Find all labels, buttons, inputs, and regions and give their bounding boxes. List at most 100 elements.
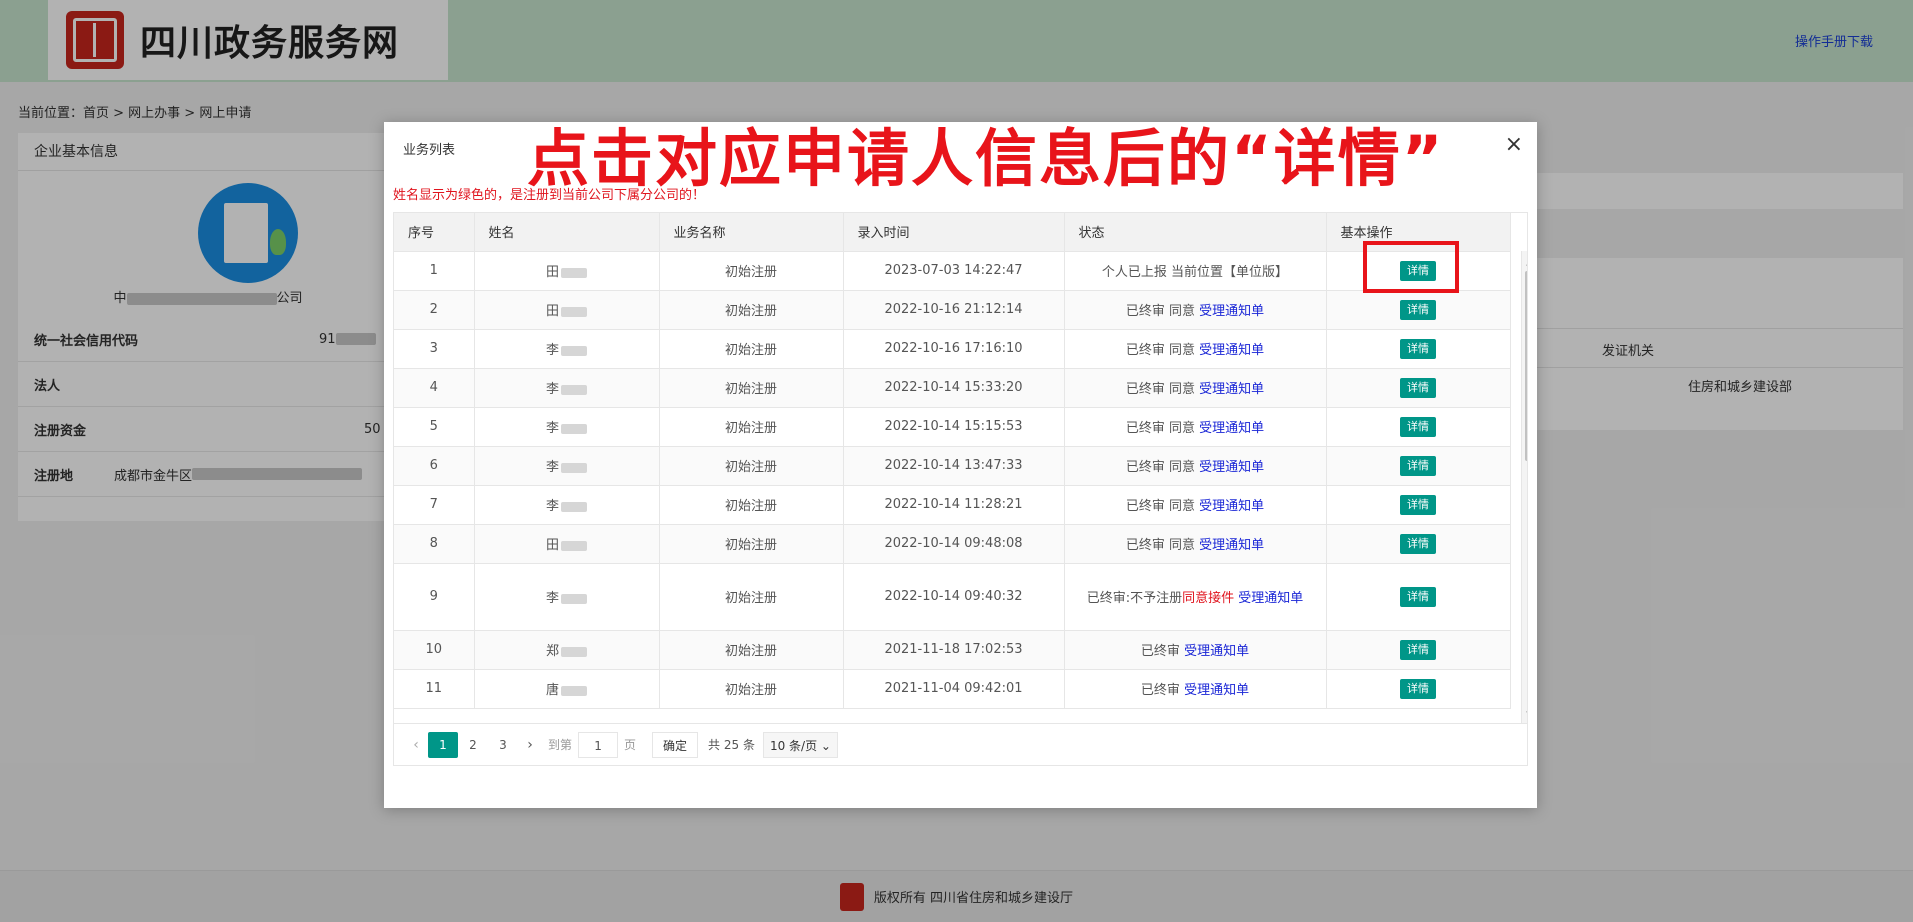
table-row: 5 李初始注册 2022-10-14 15:15:53 已终审 同意 受理通知单 详情	[394, 407, 1511, 447]
scroll-thumb[interactable]	[1525, 271, 1527, 461]
cell-name: 田	[474, 251, 660, 291]
cell-no: 8	[394, 524, 475, 564]
table-row: 11 唐初始注册 2021-11-04 09:42:01 已终审 受理通知单 详情	[394, 669, 1511, 709]
cell-status: 已终审 受理通知单	[1064, 630, 1327, 670]
cell-no: 2	[394, 290, 475, 330]
page-button-2[interactable]: 2	[458, 732, 488, 758]
redacted-text	[561, 593, 587, 604]
detail-button[interactable]: 详情	[1400, 299, 1436, 320]
cell-name: 李	[474, 485, 660, 525]
table-row: 2 田初始注册 2022-10-16 21:12:14 已终审 同意 受理通知单 详情	[394, 290, 1511, 330]
cell-actions: 详情	[1326, 446, 1511, 486]
cell-status: 已终审 同意 受理通知单	[1064, 485, 1327, 525]
cell-time: 2022-10-16 17:16:10	[843, 329, 1065, 369]
acceptance-notice-link[interactable]: 受理通知单	[1199, 304, 1264, 319]
acceptance-notice-link[interactable]: 受理通知单	[1199, 538, 1264, 553]
cell-time: 2022-10-14 09:40:32	[843, 563, 1065, 631]
table-scrollbar[interactable]: ︿ ﹀	[1521, 251, 1527, 723]
cell-time: 2023-07-03 14:22:47	[843, 251, 1065, 291]
table-row: 7 李初始注册 2022-10-14 11:28:21 已终审 同意 受理通知单 详情	[394, 485, 1511, 525]
cell-actions: 详情	[1326, 485, 1511, 525]
acceptance-notice-link[interactable]: 受理通知单	[1199, 460, 1264, 475]
cell-actions: 详情	[1326, 669, 1511, 709]
cell-status: 已终审 同意 受理通知单	[1064, 524, 1327, 564]
chevron-down-icon[interactable]: ﹀	[1526, 708, 1527, 723]
cell-time: 2022-10-16 21:12:14	[843, 290, 1065, 330]
table-row: 10 郑初始注册 2021-11-18 17:02:53 已终审 受理通知单 详情	[394, 630, 1511, 670]
detail-button[interactable]: 详情	[1400, 455, 1436, 476]
cell-actions: 详情	[1326, 329, 1511, 369]
table-row: 3 李初始注册 2022-10-16 17:16:10 已终审 同意 受理通知单 详情	[394, 329, 1511, 369]
prev-page-icon[interactable]: ‹	[404, 737, 428, 753]
table-row: 4 李初始注册 2022-10-14 15:33:20 已终审 同意 受理通知单 详情	[394, 368, 1511, 408]
cell-no: 6	[394, 446, 475, 486]
goto-confirm-button[interactable]: 确定	[652, 731, 699, 758]
cell-actions: 详情	[1326, 524, 1511, 564]
cell-no: 9	[394, 563, 475, 631]
next-page-icon[interactable]: ›	[518, 737, 542, 753]
detail-button[interactable]: 详情	[1400, 639, 1436, 660]
total-count: 共 25 条	[708, 738, 755, 752]
pagination: ‹ 1 2 3 › 到第 1 页 确定 共 25 条 10 条/页 ⌄	[393, 724, 1528, 766]
table-row: 9 李初始注册 2022-10-14 09:40:32 已终审:不予注册同意接件 受理…	[394, 563, 1511, 631]
col-header-name: 姓名	[474, 213, 660, 252]
redacted-text	[561, 462, 587, 473]
cell-no: 10	[394, 630, 475, 670]
cell-status: 个人已上报 当前位置【单位版】	[1064, 251, 1327, 291]
cell-no: 4	[394, 368, 475, 408]
cell-name: 李	[474, 407, 660, 447]
detail-button[interactable]: 详情	[1400, 377, 1436, 398]
cell-time: 2022-10-14 15:15:53	[843, 407, 1065, 447]
page-size-select[interactable]: 10 条/页 ⌄	[762, 731, 838, 758]
close-icon[interactable]: ×	[1505, 132, 1523, 157]
acceptance-notice-link[interactable]: 受理通知单	[1199, 421, 1264, 436]
cell-status: 已终审 同意 受理通知单	[1064, 407, 1327, 447]
cell-biz: 初始注册	[659, 446, 844, 486]
table-header-row: 序号 姓名 业务名称 录入时间 状态 基本操作	[394, 213, 1511, 252]
cell-actions: 详情	[1326, 563, 1511, 631]
acceptance-notice-link[interactable]: 受理通知单	[1234, 591, 1303, 606]
business-table: 序号 姓名 业务名称 录入时间 状态 基本操作 1 田初始注册 2023-07-03…	[393, 212, 1528, 724]
highlight-annotation	[1363, 241, 1459, 293]
cell-no: 7	[394, 485, 475, 525]
cell-status: 已终审 同意 受理通知单	[1064, 290, 1327, 330]
status-red-text: 同意接件	[1182, 591, 1235, 606]
col-header-status: 状态	[1064, 213, 1327, 252]
cell-name: 李	[474, 329, 660, 369]
detail-button[interactable]: 详情	[1400, 416, 1436, 437]
acceptance-notice-link[interactable]: 受理通知单	[1199, 499, 1264, 514]
cell-actions: 详情	[1326, 368, 1511, 408]
redacted-text	[561, 501, 587, 512]
modal-notice: 姓名显示为绿色的，是注册到当前公司下属分公司的！	[393, 188, 706, 203]
chevron-up-icon[interactable]: ︿	[1526, 253, 1527, 268]
cell-actions: 详情	[1326, 290, 1511, 330]
cell-name: 李	[474, 446, 660, 486]
acceptance-notice-link[interactable]: 受理通知单	[1199, 382, 1264, 397]
detail-button[interactable]: 详情	[1400, 494, 1436, 515]
redacted-text	[561, 685, 587, 696]
cell-status: 已终审 受理通知单	[1064, 669, 1327, 709]
business-list-modal: 业务列表 点击对应申请人信息后的“详情” × 姓名显示为绿色的，是注册到当前公司…	[384, 122, 1537, 808]
acceptance-notice-link[interactable]: 受理通知单	[1184, 644, 1249, 659]
redacted-text	[561, 267, 587, 278]
cell-name: 李	[474, 563, 660, 631]
page-button-3[interactable]: 3	[488, 732, 518, 758]
goto-page-input[interactable]: 1	[578, 731, 619, 758]
page-button-1[interactable]: 1	[428, 731, 458, 758]
detail-button[interactable]: 详情	[1400, 586, 1436, 607]
detail-button[interactable]: 详情	[1400, 338, 1436, 359]
table-row: 8 田初始注册 2022-10-14 09:48:08 已终审 同意 受理通知单 详情	[394, 524, 1511, 564]
redacted-text	[561, 540, 587, 551]
cell-name: 李	[474, 368, 660, 408]
modal-title: 业务列表	[403, 143, 456, 158]
cell-name: 郑	[474, 630, 660, 670]
detail-button[interactable]: 详情	[1400, 678, 1436, 699]
cell-time: 2021-11-18 17:02:53	[843, 630, 1065, 670]
table-row: 1 田初始注册 2023-07-03 14:22:47 个人已上报 当前位置【单位版】…	[394, 251, 1511, 291]
acceptance-notice-link[interactable]: 受理通知单	[1199, 343, 1264, 358]
cell-biz: 初始注册	[659, 368, 844, 408]
goto-label: 到第	[548, 738, 573, 752]
detail-button[interactable]: 详情	[1400, 533, 1436, 554]
cell-biz: 初始注册	[659, 630, 844, 670]
acceptance-notice-link[interactable]: 受理通知单	[1184, 683, 1249, 698]
